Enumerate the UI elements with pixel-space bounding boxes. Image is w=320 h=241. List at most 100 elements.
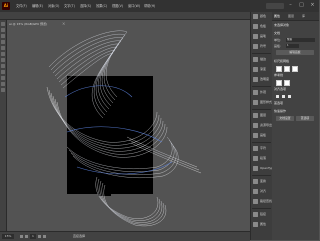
quick-actions-row: 文档设置 首选项	[272, 115, 319, 123]
window-controls: – □ ×	[287, 2, 316, 9]
next-artboard-icon[interactable]	[38, 235, 41, 238]
artboard-number-field[interactable]: 1	[30, 234, 36, 239]
panel-stroke[interactable]: 描边	[251, 55, 272, 65]
panel-symbols[interactable]: 符号	[251, 42, 272, 52]
panel-label: 对齐	[260, 189, 267, 193]
last-artboard-icon[interactable]	[43, 235, 46, 238]
panel-asset-export[interactable]: 资源导出	[251, 121, 272, 131]
panel-graphic-styles[interactable]: 图形样式	[251, 98, 272, 108]
panel-label: 段落	[260, 156, 267, 160]
panel-paragraph[interactable]: 段落	[251, 154, 272, 164]
panel-label: 描边	[260, 57, 267, 61]
tab-properties[interactable]: 属性	[274, 12, 280, 20]
preferences-button[interactable]: 首选项	[296, 116, 314, 121]
panel-label: 字符	[260, 146, 267, 150]
panel-color[interactable]: 颜色	[251, 12, 272, 22]
panel-label: 透明度	[260, 77, 270, 81]
menu-view[interactable]: 视图(V)	[112, 0, 128, 12]
panel-appearance[interactable]: 外观	[251, 88, 272, 98]
type-tool-icon[interactable]	[1, 40, 5, 44]
menu-object[interactable]: 对象(O)	[48, 0, 64, 12]
zoom-level-field[interactable]: 15%	[2, 234, 14, 239]
minimize-icon[interactable]: –	[287, 2, 294, 9]
swatches-icon	[253, 24, 258, 29]
first-artboard-icon[interactable]	[20, 235, 23, 238]
panel-links[interactable]: 链接	[251, 210, 272, 220]
previous-artboard-icon[interactable]	[25, 235, 28, 238]
menu-type[interactable]: 文字(T)	[64, 0, 80, 12]
brushes-icon	[253, 34, 258, 39]
artboard-navigator: 1	[20, 234, 46, 239]
panel-gradient[interactable]: 渐变	[251, 65, 272, 75]
menu-help[interactable]: 帮助(H)	[144, 0, 160, 12]
paintbrush-tool-icon[interactable]	[1, 58, 5, 62]
edit-artboard-button[interactable]: 编辑画板	[276, 50, 314, 55]
panel-layers[interactable]: 图层	[251, 111, 272, 121]
snap-pixel-checkbox[interactable]	[282, 94, 285, 98]
panel-label: 符号	[260, 44, 267, 48]
stroke-icon	[253, 57, 258, 62]
canvas[interactable]	[7, 27, 249, 230]
selection-status: 未选择对象	[274, 23, 290, 27]
artboard-select[interactable]: 1	[286, 44, 299, 48]
panel-swatches[interactable]: 色板	[251, 22, 272, 32]
blend-tool-icon[interactable]	[1, 70, 5, 74]
artboards-icon	[253, 133, 258, 138]
direct-selection-tool-icon[interactable]	[1, 28, 5, 32]
character-icon	[253, 146, 258, 151]
panel-transparency[interactable]: 透明度	[251, 75, 272, 85]
ribbon-artwork[interactable]	[7, 27, 249, 230]
tab-libraries[interactable]: 库	[302, 12, 305, 20]
panel-opentype[interactable]: OpenType	[251, 164, 275, 174]
panel-character[interactable]: 字符	[251, 144, 272, 154]
properties-tabs: 属性 图层 库	[272, 12, 319, 21]
gradient-icon	[253, 67, 258, 72]
panel-label: 渐变	[260, 67, 267, 71]
zoom-tool-icon[interactable]	[1, 82, 5, 86]
close-icon[interactable]: ×	[309, 2, 316, 9]
panel-label: 资源导出	[260, 123, 273, 127]
panel-align[interactable]: 对齐	[251, 187, 272, 197]
edit-artboard-row: 编辑画板	[272, 49, 319, 57]
divider	[252, 86, 271, 87]
panel-transform[interactable]: 变换	[251, 177, 272, 187]
document-setup-button[interactable]: 文档设置	[276, 116, 294, 121]
snap-point-checkbox[interactable]	[276, 94, 279, 98]
color-icon	[253, 14, 258, 19]
divider	[252, 142, 271, 143]
panel-pathfinder[interactable]: 路径查找器	[251, 197, 275, 207]
panel-label: 图层	[260, 113, 267, 117]
menu-edit[interactable]: 编辑(E)	[32, 0, 48, 12]
panel-label: 属性	[260, 222, 267, 226]
tab-layers[interactable]: 图层	[288, 12, 294, 20]
menu-file[interactable]: 文件(F)	[16, 0, 32, 12]
menu-window[interactable]: 窗口(W)	[128, 0, 144, 12]
panel-properties[interactable]: 属性	[251, 220, 272, 230]
selection-tool-icon[interactable]	[1, 22, 5, 26]
document-section-title: 文档	[274, 31, 281, 35]
app-logo[interactable]: Ai	[2, 2, 10, 10]
rectangle-tool-icon[interactable]	[1, 52, 5, 56]
hand-tool-icon[interactable]	[1, 76, 5, 80]
guides-title: 参考线	[274, 73, 284, 77]
maximize-icon[interactable]: □	[298, 2, 305, 9]
units-select[interactable]: 像素	[286, 38, 315, 42]
panel-brushes[interactable]: 画笔	[251, 32, 272, 42]
tools-panel	[0, 20, 7, 233]
fill-stroke-icon[interactable]	[1, 88, 5, 92]
menu-items: 文件(F) 编辑(E) 对象(O) 文字(T) 选择(S) 效果(C) 视图(V…	[16, 0, 160, 12]
menu-effect[interactable]: 效果(C)	[96, 0, 112, 12]
line-tool-icon[interactable]	[1, 46, 5, 50]
layers-icon	[253, 113, 258, 118]
transparency-icon	[253, 77, 258, 82]
menu-select[interactable]: 选择(S)	[80, 0, 96, 12]
properties-panel: 属性 图层 库 未选择对象 文档 单位: 像素 画板: 1 编辑画板 标尺和网格…	[272, 12, 319, 240]
search-input[interactable]	[266, 3, 284, 9]
panel-label: 色板	[260, 24, 267, 28]
panel-artboards[interactable]: 画板	[251, 131, 272, 141]
pen-tool-icon[interactable]	[1, 34, 5, 38]
panel-label: 画板	[260, 133, 267, 137]
rotate-tool-icon[interactable]	[1, 64, 5, 68]
snap-glyph-checkbox[interactable]	[288, 94, 291, 98]
symbols-icon	[253, 44, 258, 49]
